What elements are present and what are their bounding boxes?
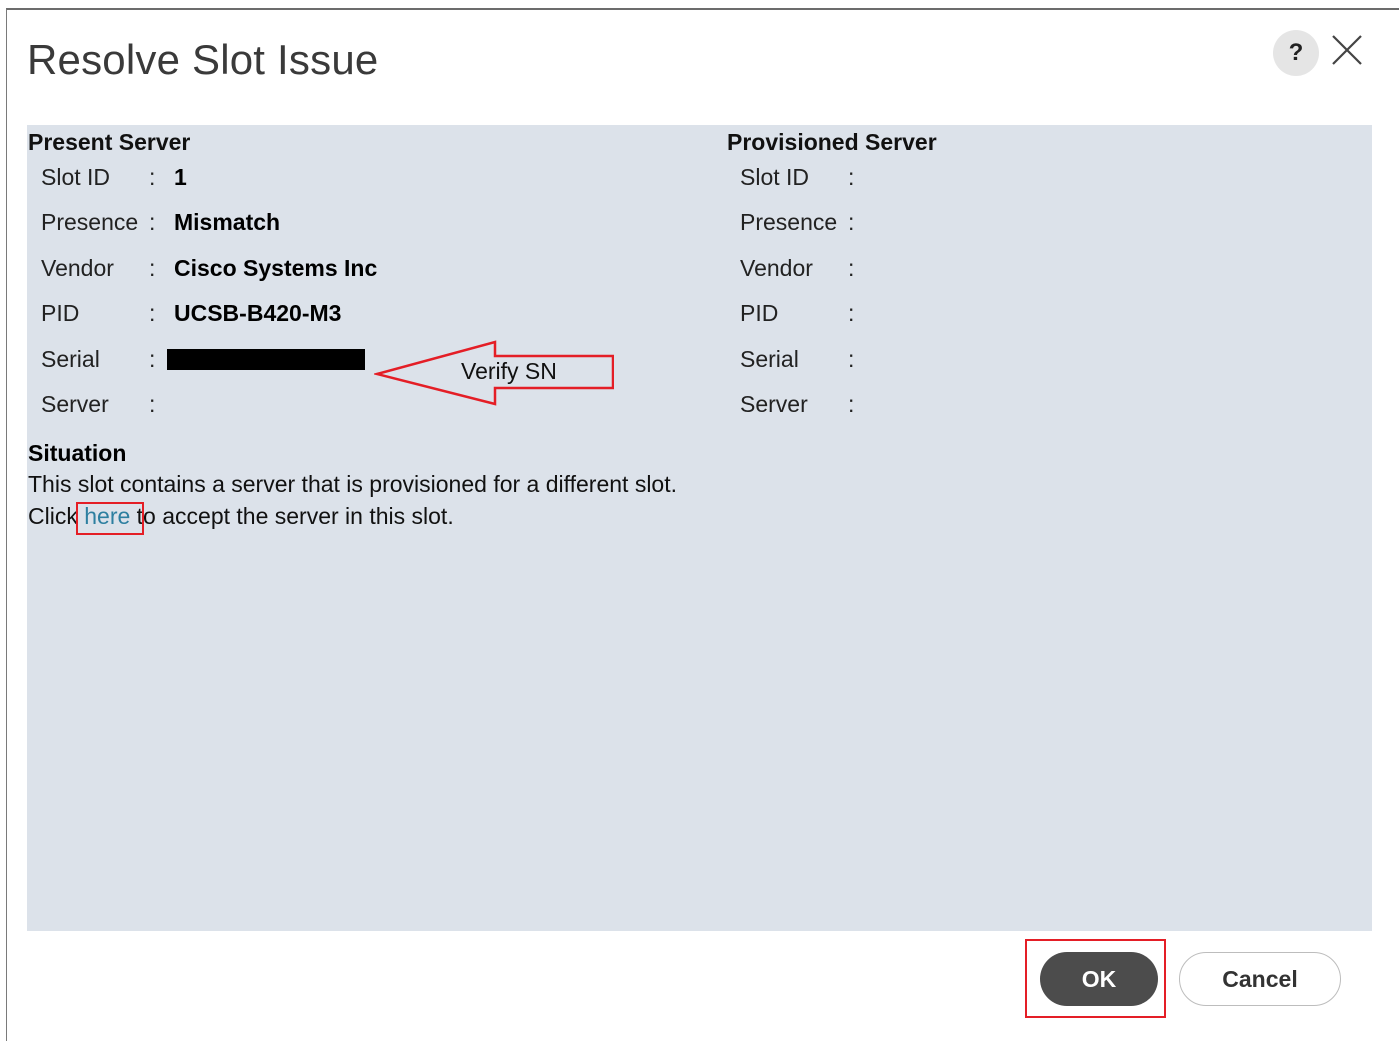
field-label: Presence xyxy=(740,209,838,235)
field-label: PID xyxy=(41,300,80,326)
provisioned-server-row: Server : xyxy=(740,389,1140,419)
help-icon-label: ? xyxy=(1288,39,1304,66)
slot-id-value: 1 xyxy=(174,164,187,190)
field-colon: : xyxy=(149,164,156,190)
field-label: Server xyxy=(740,391,808,417)
present-slot-id-row: Slot ID : 1 xyxy=(41,162,641,192)
pid-value: UCSB-B420-M3 xyxy=(174,300,342,326)
present-vendor-row: Vendor : Cisco Systems Inc xyxy=(41,253,641,283)
field-colon: : xyxy=(848,300,855,326)
field-label: Vendor xyxy=(740,255,813,281)
verify-sn-label: Verify SN xyxy=(461,358,557,384)
field-colon: : xyxy=(848,391,855,417)
field-colon: : xyxy=(848,255,855,281)
provisioned-presence-row: Presence : xyxy=(740,207,1140,237)
present-server-heading: Present Server xyxy=(28,129,191,155)
field-label: Slot ID xyxy=(41,164,111,190)
provisioned-slot-id-row: Slot ID : xyxy=(740,162,1140,192)
field-colon: : xyxy=(149,391,156,417)
close-icon[interactable] xyxy=(1329,32,1365,68)
field-label: Slot ID xyxy=(740,164,810,190)
cancel-button[interactable]: Cancel xyxy=(1179,952,1341,1006)
vendor-value: Cisco Systems Inc xyxy=(174,255,378,281)
field-label: PID xyxy=(740,300,779,326)
field-label: Presence xyxy=(41,209,139,235)
field-label: Server xyxy=(41,391,109,417)
field-colon: : xyxy=(848,209,855,235)
serial-redaction xyxy=(167,349,365,370)
present-pid-row: PID : UCSB-B420-M3 xyxy=(41,298,641,328)
ok-highlight-box xyxy=(1025,939,1166,1018)
field-colon: : xyxy=(149,209,156,235)
field-colon: : xyxy=(149,300,156,326)
provisioned-serial-row: Serial : xyxy=(740,344,1140,374)
situation-heading: Situation xyxy=(28,440,127,466)
situation-description: This slot contains a server that is prov… xyxy=(28,471,677,497)
field-colon: : xyxy=(848,346,855,372)
field-label: Vendor xyxy=(41,255,114,281)
field-colon: : xyxy=(149,255,156,281)
help-icon[interactable]: ? xyxy=(1273,30,1319,76)
slot-details-panel: Present Server Slot ID : 1 Presence : Mi… xyxy=(27,125,1372,931)
field-colon: : xyxy=(848,164,855,190)
field-colon: : xyxy=(149,346,156,372)
provisioned-server-heading: Provisioned Server xyxy=(727,129,937,155)
provisioned-vendor-row: Vendor : xyxy=(740,253,1140,283)
provisioned-pid-row: PID : xyxy=(740,298,1140,328)
dialog-title: Resolve Slot Issue xyxy=(27,36,379,83)
resolve-slot-dialog: Resolve Slot Issue ? Present Server Slot… xyxy=(6,8,1399,1041)
presence-value: Mismatch xyxy=(174,209,281,235)
field-label: Serial xyxy=(41,346,100,372)
accept-suffix: to accept the server in this slot. xyxy=(136,503,454,529)
click-prefix: Click xyxy=(28,503,78,529)
here-highlight-box xyxy=(76,502,144,535)
present-presence-row: Presence : Mismatch xyxy=(41,207,641,237)
field-label: Serial xyxy=(740,346,799,372)
